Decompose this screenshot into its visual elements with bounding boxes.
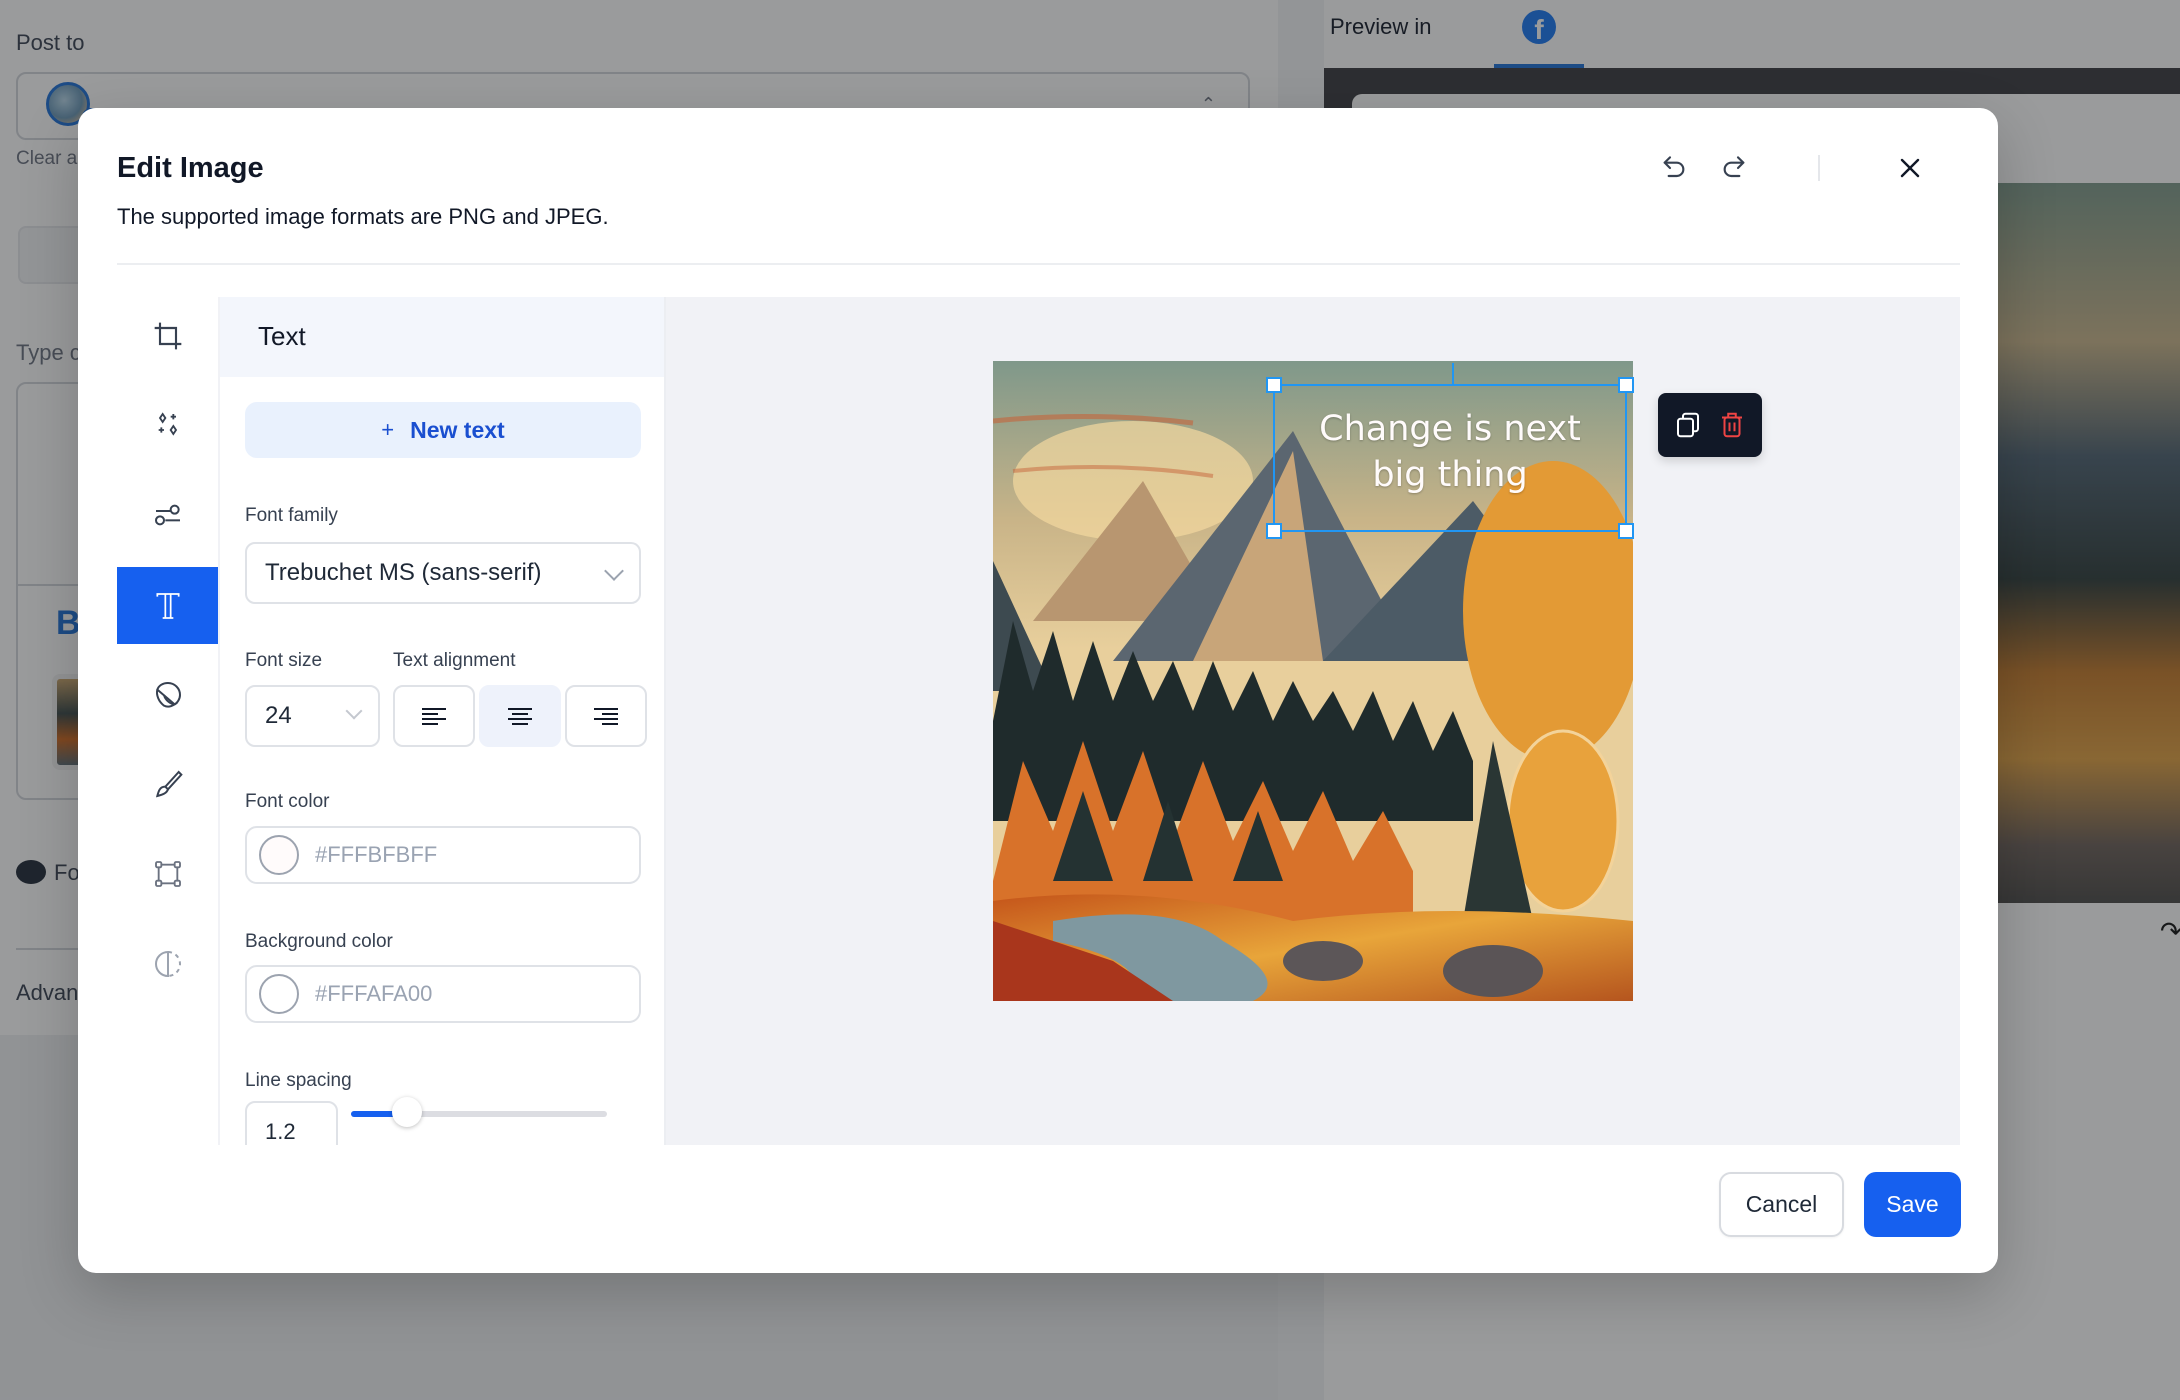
align-right-button[interactable] xyxy=(565,685,647,747)
contrast-icon xyxy=(154,950,181,977)
align-center-icon xyxy=(508,708,532,725)
resize-handle-top-right[interactable] xyxy=(1618,377,1634,393)
cancel-button[interactable]: Cancel xyxy=(1719,1172,1844,1237)
chevron-down-icon xyxy=(345,702,363,720)
tool-rail xyxy=(117,297,218,1145)
trash-icon[interactable] xyxy=(1717,410,1747,440)
background-color-label: Background color xyxy=(245,931,393,952)
align-left-icon xyxy=(422,708,446,725)
tool-shapes[interactable] xyxy=(117,835,218,912)
slider-thumb[interactable] xyxy=(392,1097,423,1127)
text-properties-panel: Text + New text Font family Trebuchet MS… xyxy=(218,297,666,1145)
font-color-label: Font color xyxy=(245,791,330,812)
background-color-input[interactable]: #FFFAFA00 xyxy=(245,965,641,1023)
redo-button[interactable] xyxy=(1714,148,1754,188)
background-color-swatch[interactable] xyxy=(259,974,299,1014)
line-spacing-slider[interactable] xyxy=(351,1097,607,1127)
font-color-swatch[interactable] xyxy=(259,835,299,875)
plus-icon: + xyxy=(381,417,395,442)
sliders-icon xyxy=(154,504,180,525)
tool-draw[interactable] xyxy=(117,745,218,822)
close-button[interactable] xyxy=(1890,148,1930,188)
modal-title: Edit Image xyxy=(117,152,264,184)
tool-text[interactable] xyxy=(117,567,218,644)
undo-button[interactable] xyxy=(1654,148,1694,188)
align-left-button[interactable] xyxy=(393,685,475,747)
chevron-down-icon xyxy=(604,561,624,581)
modal-subtitle: The supported image formats are PNG and … xyxy=(117,204,609,229)
font-family-select[interactable]: Trebuchet MS (sans-serif) xyxy=(245,542,641,604)
font-size-value: 24 xyxy=(265,702,292,729)
new-text-button[interactable]: + New text xyxy=(245,402,641,458)
redo-icon xyxy=(1723,156,1745,178)
sticker-icon xyxy=(155,681,181,708)
tool-sticker[interactable] xyxy=(117,656,218,733)
edit-image-modal: Edit Image The supported image formats a… xyxy=(78,108,1998,1273)
crop-icon xyxy=(154,322,181,349)
header-actions xyxy=(1654,148,1930,188)
text-layer-toolbar xyxy=(1658,393,1762,457)
save-button[interactable]: Save xyxy=(1864,1172,1961,1237)
header-divider xyxy=(117,263,1960,265)
close-icon xyxy=(1900,158,1920,178)
background-color-value: #FFFAFA00 xyxy=(315,981,433,1006)
rotate-handle-stem xyxy=(1452,363,1454,386)
text-layer-selection[interactable]: Change is next big thing xyxy=(1266,363,1634,539)
header-separator xyxy=(1818,155,1820,181)
font-size-label: Font size xyxy=(245,650,323,671)
align-center-button[interactable] xyxy=(479,685,561,747)
undo-icon xyxy=(1663,156,1685,178)
text-alignment-label: Text alignment xyxy=(393,650,516,671)
text-line: Change is next xyxy=(1319,409,1581,449)
tool-frame[interactable] xyxy=(117,925,218,1002)
brush-icon xyxy=(155,770,183,797)
tool-adjust[interactable] xyxy=(117,476,218,553)
font-family-value: Trebuchet MS (sans-serif) xyxy=(265,559,542,586)
line-spacing-label: Line spacing xyxy=(245,1070,352,1091)
resize-handle-top-left[interactable] xyxy=(1266,377,1282,393)
text-line: big thing xyxy=(1372,455,1528,495)
align-right-icon xyxy=(594,708,618,725)
panel-header: Text xyxy=(220,297,664,377)
line-spacing-input[interactable]: 1.2 xyxy=(245,1101,338,1145)
panel-title: Text xyxy=(258,321,306,351)
tool-filters[interactable] xyxy=(117,387,218,464)
font-color-value: #FFFBFBFF xyxy=(315,842,438,867)
sparkles-icon xyxy=(158,411,177,436)
image-editor: Text + New text Font family Trebuchet MS… xyxy=(117,297,1960,1145)
font-size-select[interactable]: 24 xyxy=(245,685,380,747)
text-icon xyxy=(155,592,180,619)
font-color-input[interactable]: #FFFBFBFF xyxy=(245,826,641,884)
shape-icon xyxy=(154,860,181,887)
text-layer-content[interactable]: Change is next big thing xyxy=(1275,406,1625,498)
resize-handle-bottom-right[interactable] xyxy=(1618,523,1634,539)
new-text-label: New text xyxy=(410,416,505,443)
font-family-label: Font family xyxy=(245,505,338,526)
resize-handle-bottom-left[interactable] xyxy=(1266,523,1282,539)
tool-crop[interactable] xyxy=(117,297,218,374)
canvas-area: Change is next big thing xyxy=(666,297,1960,1145)
duplicate-icon[interactable] xyxy=(1673,410,1703,440)
